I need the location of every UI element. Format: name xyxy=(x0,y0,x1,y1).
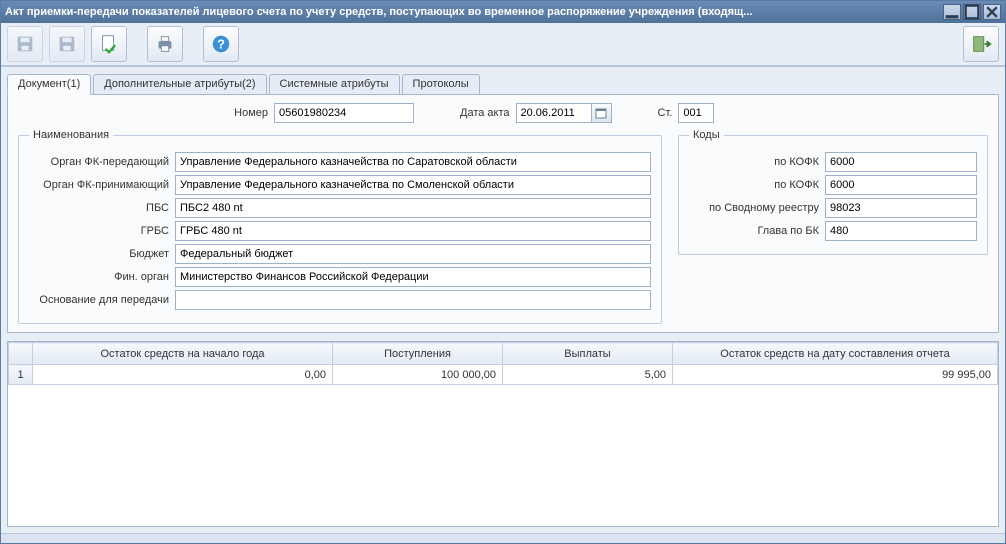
glava-label: Глава по БК xyxy=(689,225,819,237)
window: Акт приемки-передачи показателей лицевог… xyxy=(0,0,1006,544)
data-table: Остаток средств на начало года Поступлен… xyxy=(8,342,998,385)
pbs-label: ПБС xyxy=(29,202,169,214)
org-fk-recv-input[interactable] xyxy=(175,175,651,195)
org-fk-send-input[interactable] xyxy=(175,152,651,172)
columns: Наименования Орган ФК-передающий Орган Ф… xyxy=(18,129,988,324)
st-input[interactable] xyxy=(678,103,714,123)
col-rownum xyxy=(9,343,33,365)
reason-input[interactable] xyxy=(175,290,651,310)
st-label: Ст. xyxy=(658,107,673,119)
date-picker-button[interactable] xyxy=(592,103,612,123)
kofk1-label: по КОФК xyxy=(689,156,819,168)
finorg-label: Фин. орган xyxy=(29,271,169,283)
print-button[interactable] xyxy=(147,26,183,62)
svg-text:?: ? xyxy=(217,37,225,52)
date-label: Дата акта xyxy=(460,107,510,119)
org-fk-recv-label: Орган ФК-принимающий xyxy=(29,179,169,191)
window-title: Акт приемки-передачи показателей лицевог… xyxy=(5,6,943,18)
date-input[interactable] xyxy=(516,103,592,123)
org-fk-send-label: Орган ФК-передающий xyxy=(29,156,169,168)
tab-document[interactable]: Документ(1) xyxy=(7,74,91,95)
titlebar: Акт приемки-передачи показателей лицевог… xyxy=(1,1,1005,23)
codes-legend: Коды xyxy=(689,129,724,141)
budget-input[interactable] xyxy=(175,244,651,264)
names-legend: Наименования xyxy=(29,129,113,141)
printer-icon xyxy=(154,33,176,55)
finorg-input[interactable] xyxy=(175,267,651,287)
col-income[interactable]: Поступления xyxy=(333,343,503,365)
help-button[interactable]: ? xyxy=(203,26,239,62)
codes-fieldset: Коды по КОФК по КОФК по Сводному реестру… xyxy=(678,129,988,255)
maximize-button[interactable] xyxy=(963,4,981,20)
number-label: Номер xyxy=(18,107,268,119)
table-header-row: Остаток средств на начало года Поступлен… xyxy=(9,343,998,365)
cell-begin-balance[interactable]: 0,00 xyxy=(33,365,333,385)
save-button[interactable] xyxy=(49,26,85,62)
tab-content: Номер Дата акта Ст. Наименования Орган Ф… xyxy=(7,94,999,333)
kofk2-label: по КОФК xyxy=(689,179,819,191)
document-check-icon xyxy=(98,33,120,55)
close-button[interactable] xyxy=(983,4,1001,20)
table-row[interactable]: 1 0,00 100 000,00 5,00 99 995,00 xyxy=(9,365,998,385)
check-document-button[interactable] xyxy=(91,26,127,62)
window-buttons xyxy=(943,4,1001,20)
save-as-button[interactable] xyxy=(7,26,43,62)
kofk1-input[interactable] xyxy=(825,152,977,172)
minimize-icon xyxy=(944,4,960,20)
row-number: 1 xyxy=(9,365,33,385)
number-input[interactable] xyxy=(274,103,414,123)
data-table-wrap: Остаток средств на начало года Поступлен… xyxy=(7,341,999,527)
close-icon xyxy=(984,4,1000,20)
pbs-input[interactable] xyxy=(175,198,651,218)
date-wrapper xyxy=(516,103,612,123)
col-payments[interactable]: Выплаты xyxy=(503,343,673,365)
col-begin-balance[interactable]: Остаток средств на начало года xyxy=(33,343,333,365)
tab-system-attrs[interactable]: Системные атрибуты xyxy=(269,74,400,95)
reason-label: Основание для передачи xyxy=(29,294,169,306)
save-as-icon xyxy=(14,33,36,55)
toolbar: ? xyxy=(1,23,1005,67)
top-row: Номер Дата акта Ст. xyxy=(18,103,988,123)
names-fieldset: Наименования Орган ФК-передающий Орган Ф… xyxy=(18,129,662,324)
cell-end-balance[interactable]: 99 995,00 xyxy=(673,365,998,385)
budget-label: Бюджет xyxy=(29,248,169,260)
tab-additional-attrs[interactable]: Дополнительные атрибуты(2) xyxy=(93,74,266,95)
cell-income[interactable]: 100 000,00 xyxy=(333,365,503,385)
grbs-label: ГРБС xyxy=(29,225,169,237)
import-button[interactable] xyxy=(963,26,999,62)
help-icon: ? xyxy=(210,33,232,55)
table-empty-area[interactable] xyxy=(8,385,998,526)
save-icon xyxy=(56,33,78,55)
minimize-button[interactable] xyxy=(943,4,961,20)
kofk2-input[interactable] xyxy=(825,175,977,195)
import-icon xyxy=(970,33,992,55)
glava-input[interactable] xyxy=(825,221,977,241)
svod-input[interactable] xyxy=(825,198,977,218)
tab-protocols[interactable]: Протоколы xyxy=(402,74,480,95)
cell-payments[interactable]: 5,00 xyxy=(503,365,673,385)
grbs-input[interactable] xyxy=(175,221,651,241)
status-strip xyxy=(1,533,1005,543)
svod-label: по Сводному реестру xyxy=(689,202,819,214)
calendar-icon xyxy=(595,107,607,119)
maximize-icon xyxy=(964,4,980,20)
col-end-balance[interactable]: Остаток средств на дату составления отче… xyxy=(673,343,998,365)
tabstrip: Документ(1) Дополнительные атрибуты(2) С… xyxy=(1,67,1005,94)
